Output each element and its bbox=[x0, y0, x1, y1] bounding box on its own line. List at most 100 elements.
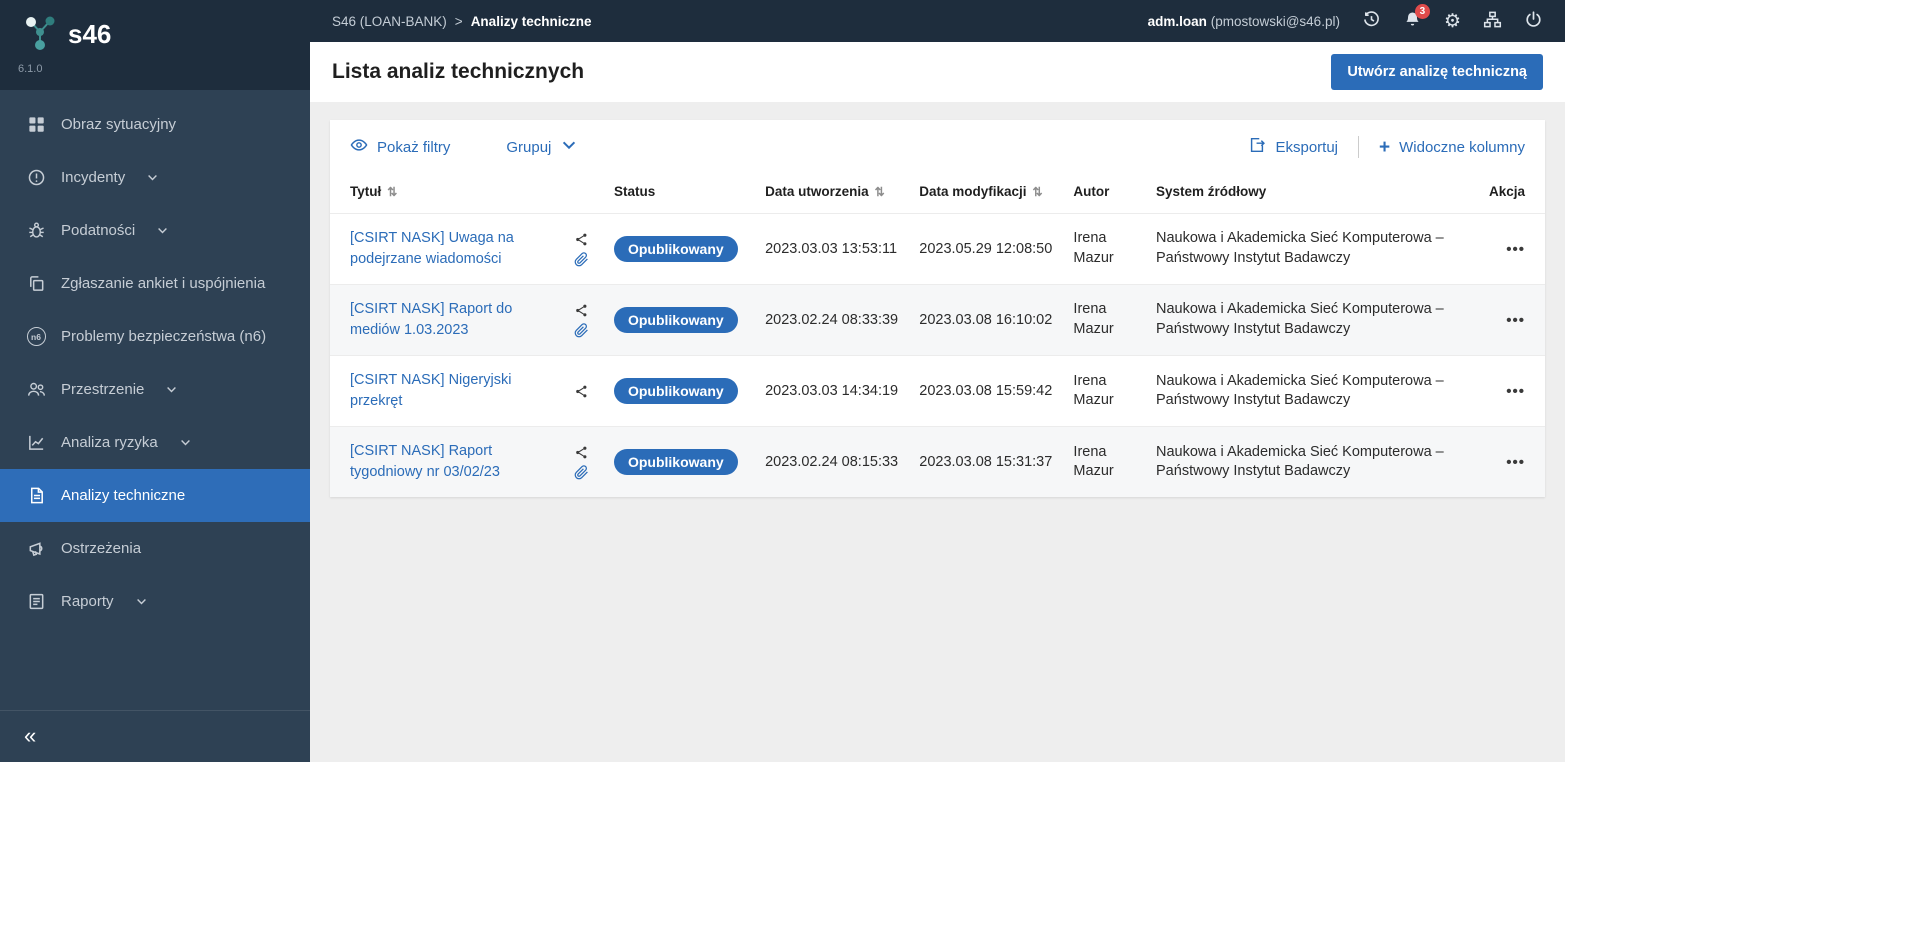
toolbar-right: Eksportuj + Widoczne kolumny bbox=[1248, 136, 1525, 158]
paperclip-icon bbox=[574, 464, 589, 480]
more-actions-button[interactable]: ••• bbox=[1506, 454, 1525, 471]
more-actions-button[interactable]: ••• bbox=[1506, 383, 1525, 400]
table-row: [CSIRT NASK] Raport tygodniowy nr 03/02/… bbox=[330, 426, 1545, 498]
sidebar-item-problemy-n6[interactable]: n6 Problemy bezpieczeństwa (n6) bbox=[0, 310, 310, 363]
create-analysis-button[interactable]: Utwórz analizę techniczną bbox=[1331, 54, 1543, 90]
analysis-title-link[interactable]: [CSIRT NASK] Raport tygodniowy nr 03/02/… bbox=[350, 441, 550, 483]
app-window: s46 6.1.0 Obraz sytuacyjny Incydenty Pod… bbox=[0, 0, 1565, 762]
gear-icon: ⚙ bbox=[1443, 10, 1461, 32]
chevron-down-icon bbox=[165, 383, 178, 396]
topbar: S46 (LOAN-BANK) > Analizy techniczne adm… bbox=[310, 0, 1565, 42]
sidebar-item-label: Problemy bezpieczeństwa (n6) bbox=[61, 328, 267, 345]
breadcrumb: S46 (LOAN-BANK) > Analizy techniczne bbox=[332, 14, 591, 29]
user-label: adm.loan (pmostowski@s46.pl) bbox=[1148, 14, 1340, 29]
breadcrumb-root[interactable]: S46 (LOAN-BANK) bbox=[332, 14, 447, 29]
dashboard-icon bbox=[26, 115, 46, 135]
sidebar-item-obraz-sytuacyjny[interactable]: Obraz sytuacyjny bbox=[0, 98, 310, 151]
users-icon bbox=[26, 380, 46, 400]
eye-icon bbox=[350, 136, 368, 158]
column-header-author: Autor bbox=[1073, 184, 1110, 199]
sidebar-item-przestrzenie[interactable]: Przestrzenie bbox=[0, 363, 310, 416]
analysis-title-link[interactable]: [CSIRT NASK] Nigeryjski przekręt bbox=[350, 370, 550, 412]
author: Irena Mazur bbox=[1073, 443, 1114, 480]
breadcrumb-separator: > bbox=[454, 13, 463, 29]
n6-icon: n6 bbox=[26, 327, 46, 347]
sidebar-item-label: Analiza ryzyka bbox=[61, 434, 158, 451]
author: Irena Mazur bbox=[1073, 230, 1114, 267]
column-header-status: Status bbox=[613, 184, 656, 199]
power-icon bbox=[1524, 10, 1543, 32]
table-header-row: Tytuł ⇅ Status Data utworzenia ⇅ Data mody… bbox=[330, 174, 1545, 214]
sidebar-footer: « bbox=[0, 710, 310, 762]
group-label: Grupuj bbox=[506, 138, 552, 156]
sidebar-item-label: Zgłaszanie ankiet i uspójnienia bbox=[61, 275, 266, 292]
created-date: 2023.03.03 13:53:11 bbox=[765, 241, 898, 258]
share-icon[interactable] bbox=[574, 232, 589, 247]
more-actions-button[interactable]: ••• bbox=[1506, 312, 1525, 329]
column-header-title[interactable]: Tytuł ⇅ bbox=[330, 174, 560, 214]
export-button[interactable]: Eksportuj bbox=[1248, 136, 1338, 158]
sort-icon[interactable]: ⇅ bbox=[1033, 185, 1043, 199]
show-filters-label: Pokaż filtry bbox=[377, 138, 451, 156]
document-icon bbox=[26, 486, 46, 506]
show-filters-button[interactable]: Pokaż filtry bbox=[350, 136, 450, 158]
settings-button[interactable]: ⚙ bbox=[1444, 12, 1461, 31]
megaphone-icon bbox=[26, 539, 46, 559]
breadcrumb-current: Analizy techniczne bbox=[470, 13, 592, 29]
sidebar-item-analizy-techniczne[interactable]: Analizy techniczne bbox=[0, 469, 310, 522]
more-actions-button[interactable]: ••• bbox=[1506, 241, 1525, 258]
sidebar-item-ostrzezenia[interactable]: Ostrzeżenia bbox=[0, 522, 310, 575]
sidebar-item-incydenty[interactable]: Incydenty bbox=[0, 151, 310, 204]
column-header-source: System źródłowy bbox=[1156, 184, 1267, 199]
bug-icon bbox=[26, 221, 46, 241]
source-system: Naukowa i Akademicka Sieć Komputerowa – … bbox=[1156, 372, 1444, 409]
sidebar: s46 6.1.0 Obraz sytuacyjny Incydenty Pod… bbox=[0, 0, 310, 762]
modified-date: 2023.05.29 12:08:50 bbox=[919, 241, 1053, 258]
chevron-down-icon bbox=[146, 171, 159, 184]
sort-icon[interactable]: ⇅ bbox=[875, 185, 885, 199]
analysis-title-link[interactable]: [CSIRT NASK] Uwaga na podejrzane wiadomo… bbox=[350, 228, 550, 270]
page-title: Lista analiz technicznych bbox=[332, 60, 585, 83]
sidebar-item-podatnosci[interactable]: Podatności bbox=[0, 204, 310, 257]
modified-date: 2023.03.08 16:10:02 bbox=[919, 312, 1053, 329]
sidebar-item-label: Podatności bbox=[61, 222, 136, 239]
column-header-modified[interactable]: Data modyfikacji ⇅ bbox=[909, 174, 1063, 214]
history-icon bbox=[1362, 10, 1381, 32]
chevron-down-icon bbox=[179, 436, 192, 449]
modified-date: 2023.03.08 15:59:42 bbox=[919, 383, 1053, 400]
sidebar-item-raporty[interactable]: Raporty bbox=[0, 575, 310, 628]
chevron-down-icon bbox=[156, 224, 169, 237]
source-system: Naukowa i Akademicka Sieć Komputerowa – … bbox=[1156, 301, 1444, 338]
column-header-action: Akcja bbox=[1488, 184, 1525, 199]
modified-date: 2023.03.08 15:31:37 bbox=[919, 454, 1053, 471]
app-logo: s46 6.1.0 bbox=[0, 0, 310, 90]
sidebar-item-analiza-ryzyka[interactable]: Analiza ryzyka bbox=[0, 416, 310, 469]
logo-text: s46 bbox=[68, 19, 112, 49]
share-icon[interactable] bbox=[574, 303, 589, 318]
share-icon[interactable] bbox=[574, 384, 589, 399]
status-badge: Opublikowany bbox=[613, 449, 738, 476]
sidebar-collapse-button[interactable]: « bbox=[24, 725, 36, 747]
sidebar-item-label: Przestrzenie bbox=[61, 381, 145, 398]
column-header-icons bbox=[560, 174, 604, 214]
logout-button[interactable] bbox=[1524, 10, 1543, 32]
visible-columns-button[interactable]: + Widoczne kolumny bbox=[1379, 138, 1525, 157]
status-badge: Opublikowany bbox=[613, 236, 738, 263]
sidebar-item-label: Ostrzeżenia bbox=[61, 540, 142, 557]
analysis-title-link[interactable]: [CSIRT NASK] Raport do mediów 1.03.2023 bbox=[350, 299, 550, 341]
created-date: 2023.02.24 08:33:39 bbox=[765, 312, 899, 329]
column-header-created[interactable]: Data utworzenia ⇅ bbox=[755, 174, 909, 214]
content-area: Pokaż filtry Grupuj Eksportuj + Widoczne… bbox=[310, 102, 1565, 762]
notifications-button[interactable]: 3 bbox=[1403, 4, 1430, 32]
group-dropdown[interactable]: Grupuj bbox=[506, 136, 578, 158]
sidebar-item-zglaszanie-ankiet[interactable]: Zgłaszanie ankiet i uspójnienia bbox=[0, 257, 310, 310]
share-icon[interactable] bbox=[574, 445, 589, 460]
plus-icon: + bbox=[1379, 136, 1391, 158]
created-date: 2023.02.24 08:15:33 bbox=[765, 454, 899, 471]
sitemap-icon bbox=[1483, 10, 1502, 32]
sort-icon[interactable]: ⇅ bbox=[387, 185, 397, 199]
page-header: Lista analiz technicznych Utwórz analizę… bbox=[310, 42, 1565, 102]
created-date: 2023.03.03 14:34:19 bbox=[765, 383, 899, 400]
sitemap-button[interactable] bbox=[1483, 10, 1502, 32]
history-button[interactable] bbox=[1362, 10, 1381, 32]
